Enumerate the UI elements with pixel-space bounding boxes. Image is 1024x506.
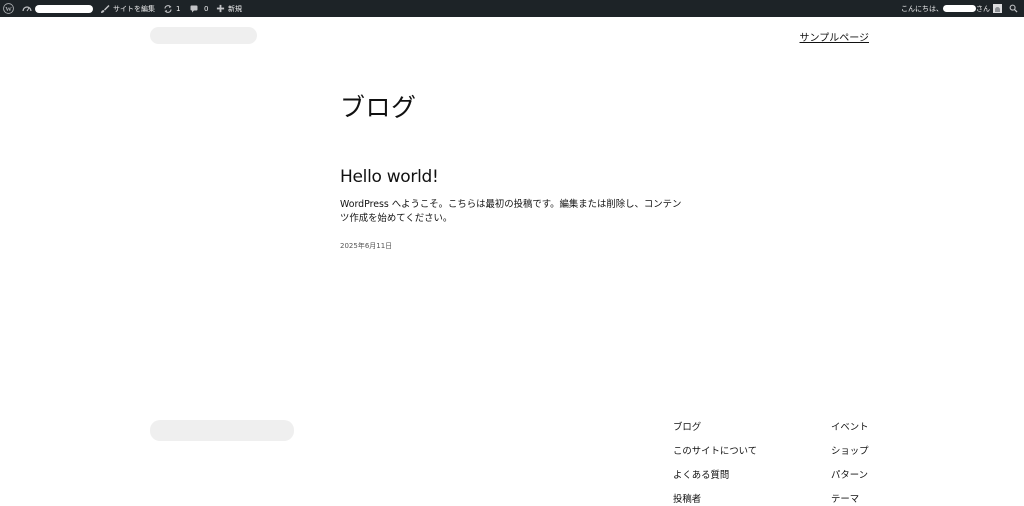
updates-icon bbox=[163, 4, 173, 14]
footer-nav-column-2: イベント ショップ パターン テーマ bbox=[831, 421, 869, 506]
edit-site-label: サイトを編集 bbox=[113, 4, 155, 13]
edit-site-button[interactable]: サイトを編集 bbox=[100, 0, 155, 17]
greeting-suffix: さん bbox=[976, 4, 990, 13]
redacted-username bbox=[943, 5, 976, 12]
new-content-button[interactable]: 新規 bbox=[216, 0, 242, 17]
updates-count: 1 bbox=[176, 4, 181, 13]
footer-link-events[interactable]: イベント bbox=[831, 421, 869, 434]
site-logo-placeholder[interactable] bbox=[150, 27, 257, 44]
search-button[interactable] bbox=[1009, 0, 1018, 17]
post-title-link[interactable]: Hello world! bbox=[340, 167, 439, 187]
post-date: 2025年6月11日 bbox=[340, 242, 393, 250]
redacted-site-name bbox=[35, 4, 93, 13]
footer-link-authors[interactable]: 投稿者 bbox=[673, 493, 757, 506]
comment-icon bbox=[189, 4, 199, 14]
brush-icon bbox=[100, 4, 110, 14]
footer-link-patterns[interactable]: パターン bbox=[831, 469, 869, 482]
footer-link-faq[interactable]: よくある質問 bbox=[673, 469, 757, 482]
wordpress-logo-menu[interactable]: W bbox=[3, 0, 14, 17]
admin-bar: W サイトを編集 1 0 新規 こんにちは、 さん bbox=[0, 0, 1024, 17]
svg-text:W: W bbox=[5, 6, 12, 13]
comments-count: 0 bbox=[204, 4, 209, 13]
new-label: 新規 bbox=[228, 4, 242, 13]
footer-link-blog[interactable]: ブログ bbox=[673, 421, 757, 434]
avatar bbox=[993, 4, 1002, 13]
updates-button[interactable]: 1 bbox=[163, 0, 180, 17]
footer-logo-placeholder[interactable] bbox=[150, 420, 294, 441]
footer-link-about[interactable]: このサイトについて bbox=[673, 445, 757, 458]
nav-link-sample-page[interactable]: サンプルページ bbox=[800, 29, 870, 44]
page-title: ブログ bbox=[340, 93, 417, 122]
greeting-prefix: こんにちは、 bbox=[901, 4, 943, 13]
footer-link-shop[interactable]: ショップ bbox=[831, 445, 869, 458]
site-name-menu[interactable] bbox=[22, 0, 93, 17]
my-account-menu[interactable]: こんにちは、 さん bbox=[901, 0, 1002, 17]
plus-icon bbox=[216, 4, 225, 13]
footer-nav-column-1: ブログ このサイトについて よくある質問 投稿者 bbox=[673, 421, 757, 506]
wordpress-logo-icon: W bbox=[3, 3, 14, 14]
dashboard-icon bbox=[22, 4, 32, 14]
comments-button[interactable]: 0 bbox=[189, 0, 208, 17]
footer-link-themes[interactable]: テーマ bbox=[831, 493, 869, 506]
post-excerpt: WordPress へようこそ。こちらは最初の投稿です。編集または削除し、コンテ… bbox=[340, 199, 682, 224]
search-icon bbox=[1009, 4, 1018, 13]
